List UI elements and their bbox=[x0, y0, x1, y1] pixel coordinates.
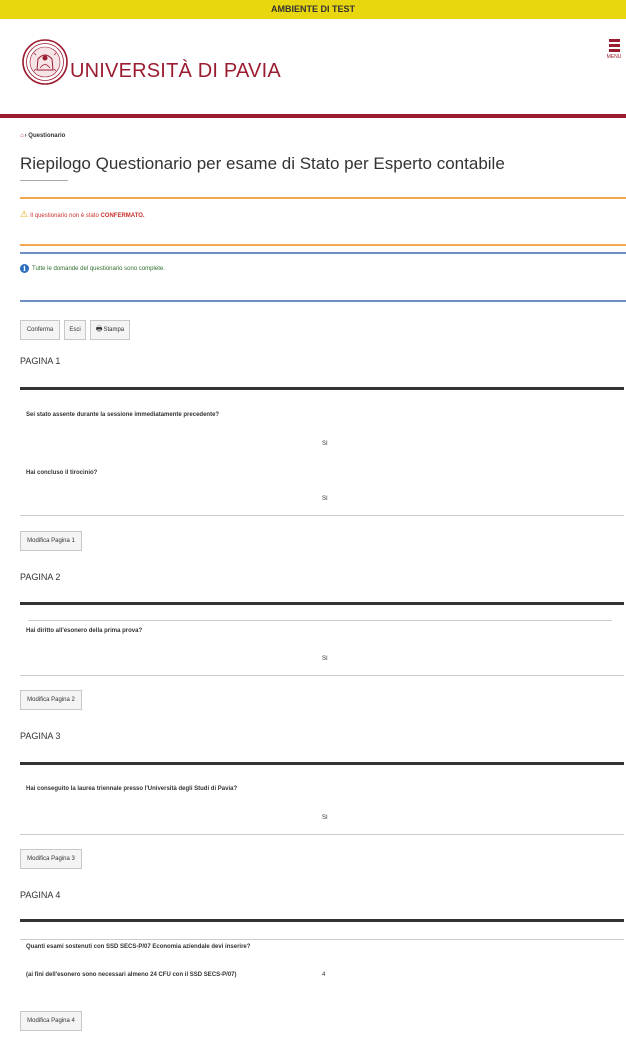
page-4-divider bbox=[20, 919, 624, 922]
page-2-inner-rule bbox=[28, 620, 612, 621]
print-button[interactable]: 🖶Stampa bbox=[90, 320, 130, 340]
print-label: Stampa bbox=[103, 327, 125, 333]
answer-laurea: SI bbox=[322, 815, 328, 821]
question-esonero: Hai diritto all'esonero della prima prov… bbox=[26, 628, 143, 634]
confirm-button[interactable]: Conferma bbox=[20, 320, 60, 340]
page-4-inner-rule bbox=[20, 939, 624, 940]
page-title: Riepilogo Questionario per esame di Stat… bbox=[20, 154, 505, 173]
edit-page-4-button[interactable]: Modifica Pagina 4 bbox=[20, 1011, 82, 1031]
info-text: Tutte le domande del questionario sono c… bbox=[32, 266, 165, 273]
header-divider bbox=[0, 114, 626, 118]
question-esami: Quanti esami sostenuti con SSD SECS-P/07… bbox=[26, 944, 251, 950]
question-absent: Sei stato assente durante la sessione im… bbox=[26, 412, 220, 418]
breadcrumb-current: Questionario bbox=[28, 133, 66, 139]
page-2-divider bbox=[20, 602, 624, 605]
warning-status: CONFERMATO. bbox=[100, 213, 145, 219]
site-header: UNIVERSITÀ DI PAVIA MENU bbox=[0, 19, 626, 115]
edit-page-1-button[interactable]: Modifica Pagina 1 bbox=[20, 531, 82, 551]
edit-page-3-button[interactable]: Modifica Pagina 3 bbox=[20, 849, 82, 869]
question-laurea: Hai conseguito la laurea triennale press… bbox=[26, 786, 238, 792]
answer-absent: SI bbox=[322, 441, 328, 447]
page-3-title: PAGINA 3 bbox=[20, 731, 61, 741]
page-4-title: PAGINA 4 bbox=[20, 890, 61, 900]
page-1-title: PAGINA 1 bbox=[20, 356, 61, 366]
exit-button[interactable]: Esci bbox=[64, 320, 86, 340]
menu-label: MENU bbox=[606, 54, 622, 60]
hamburger-icon-bar bbox=[608, 44, 620, 47]
hamburger-icon bbox=[608, 39, 620, 42]
university-name-logo[interactable]: UNIVERSITÀ DI PAVIA bbox=[70, 60, 281, 83]
edit-page-2-button[interactable]: Modifica Pagina 2 bbox=[20, 690, 82, 710]
title-underline bbox=[20, 180, 68, 181]
page-3-bottom-rule bbox=[20, 834, 624, 835]
question-tirocinio: Hai concluso il tirocinio? bbox=[26, 470, 98, 476]
hamburger-icon-bar bbox=[608, 49, 620, 52]
menu-button[interactable]: MENU bbox=[604, 39, 624, 69]
breadcrumb: ⌂› Questionario bbox=[20, 133, 65, 139]
info-message: i Tutte le domande del questionario sono … bbox=[20, 264, 165, 273]
warning-icon: ⚠ bbox=[20, 209, 29, 219]
answer-tirocinio: SI bbox=[322, 496, 328, 502]
info-alert: i Tutte le domande del questionario sono … bbox=[20, 252, 626, 302]
info-icon: i bbox=[20, 264, 29, 273]
page-2-bottom-rule bbox=[20, 675, 624, 676]
test-environment-banner: AMBIENTE DI TEST bbox=[0, 0, 626, 19]
warning-text: Il questionario non è stato bbox=[30, 213, 99, 219]
page-2-title: PAGINA 2 bbox=[20, 572, 61, 582]
answer-esonero: SI bbox=[322, 656, 328, 662]
answer-esami: 4 bbox=[322, 972, 326, 978]
printer-icon: 🖶 bbox=[95, 326, 103, 333]
warning-alert: ⚠ Il questionario non è stato CONFERMATO. bbox=[20, 197, 626, 246]
question-esami-note: (ai fini dell'esonero sono necessari alm… bbox=[26, 972, 237, 978]
breadcrumb-separator: › bbox=[24, 133, 27, 139]
university-seal-logo[interactable] bbox=[22, 39, 68, 85]
page-3-divider bbox=[20, 762, 624, 765]
home-icon[interactable]: ⌂ bbox=[20, 133, 24, 139]
page-1-divider bbox=[20, 387, 624, 390]
page-1-bottom-rule bbox=[20, 515, 624, 516]
warning-message: ⚠ Il questionario non è stato CONFERMATO. bbox=[20, 209, 145, 220]
